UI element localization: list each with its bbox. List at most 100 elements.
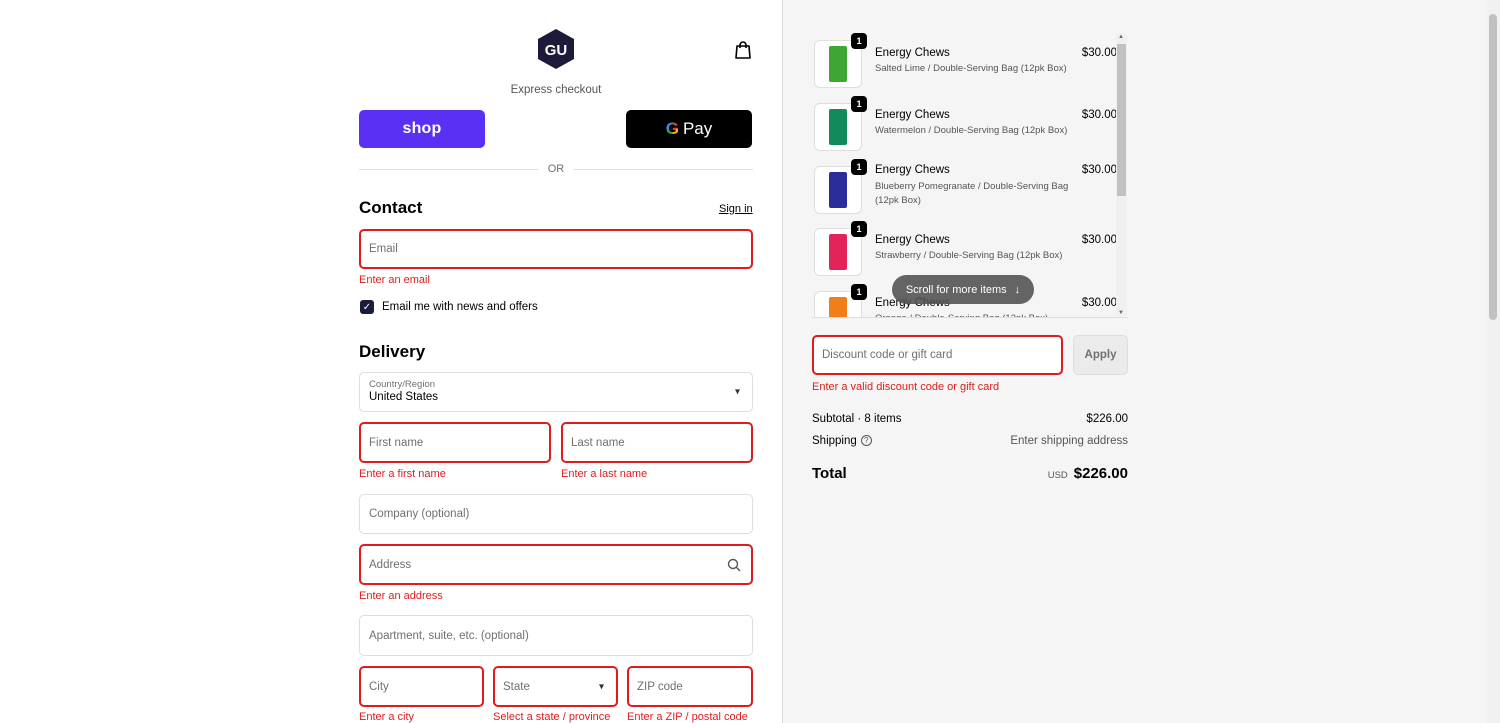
logo-text: GU	[545, 42, 568, 59]
quantity-badge: 1	[851, 159, 867, 175]
city-placeholder: City	[369, 680, 389, 693]
sign-in-link[interactable]: Sign in	[719, 203, 753, 215]
zip-field[interactable]: ZIP code	[627, 666, 753, 707]
divider-line	[574, 168, 753, 170]
item-variant: Watermelon / Double-Serving Bag (12pk Bo…	[875, 125, 1068, 136]
city-field[interactable]: City	[359, 666, 484, 707]
google-g-icon: G	[665, 119, 679, 138]
product-image	[829, 172, 847, 208]
product-image	[829, 297, 847, 317]
or-divider: OR	[359, 162, 753, 176]
subtotal-row: Subtotal · 8 items $226.00	[812, 413, 1128, 425]
company-field[interactable]: Company (optional)	[359, 494, 753, 534]
item-name: Energy Chews	[875, 47, 950, 59]
scroll-down-icon[interactable]: ▼	[1118, 310, 1124, 316]
scroll-more-label: Scroll for more items	[905, 283, 1007, 296]
apply-label: Apply	[1084, 349, 1117, 361]
delivery-heading: Delivery	[359, 342, 426, 361]
chevron-down-icon: ▾	[598, 681, 604, 692]
last-name-placeholder: Last name	[571, 436, 625, 449]
quantity-badge: 1	[851, 33, 867, 49]
product-image	[829, 109, 847, 145]
last-name-field[interactable]: Last name	[561, 422, 753, 463]
newsletter-checkbox[interactable]: ✓	[360, 300, 374, 314]
company-placeholder: Company (optional)	[369, 508, 470, 520]
apartment-placeholder: Apartment, suite, etc. (optional)	[369, 629, 529, 642]
item-price: $30.00	[1081, 109, 1117, 121]
item-price: $30.00	[1081, 297, 1117, 309]
total-value: $226.00	[1073, 465, 1128, 482]
item-price: $30.00	[1081, 164, 1117, 176]
search-icon	[727, 558, 741, 571]
state-error: Select a state / province	[493, 711, 611, 723]
gu-logo[interactable]: GU	[535, 28, 577, 70]
email-error: Enter an email	[359, 274, 430, 286]
contact-heading: Contact	[359, 198, 423, 217]
address-placeholder: Address	[369, 558, 412, 571]
item-name: Energy Chews	[875, 234, 950, 246]
scroll-up-icon[interactable]: ▲	[1118, 34, 1124, 40]
zip-placeholder: ZIP code	[637, 680, 683, 693]
quantity-badge: 1	[851, 284, 867, 300]
quantity-badge: 1	[851, 96, 867, 112]
first-name-error: Enter a first name	[359, 468, 446, 480]
divider-line	[359, 168, 538, 170]
zip-error: Enter a ZIP / postal code	[627, 711, 748, 723]
item-name: Energy Chews	[875, 109, 950, 121]
item-name: Energy Chews	[875, 164, 950, 176]
subtotal-label: Subtotal · 8 items	[812, 413, 902, 425]
address-field[interactable]: Address	[359, 544, 753, 585]
shipping-value: Enter shipping address	[1010, 435, 1128, 447]
city-error: Enter a city	[359, 711, 415, 723]
cart-item: 1 Energy Chews Blueberry Pomegranate / D…	[812, 159, 1117, 216]
express-checkout-label: Express checkout	[510, 84, 602, 96]
checkout-form-pane: GU Express checkout shop G Pay OR Contac…	[0, 0, 782, 723]
item-price: $30.00	[1081, 234, 1117, 246]
page-scrollbar-thumb[interactable]	[1489, 14, 1497, 320]
last-name-error: Enter a last name	[561, 468, 648, 480]
page-scrollbar[interactable]	[1486, 0, 1500, 723]
apartment-field[interactable]: Apartment, suite, etc. (optional)	[359, 615, 753, 656]
subtotal-value: $226.00	[1086, 413, 1128, 425]
scroll-more-button[interactable]: Scroll for more items ↓	[892, 275, 1034, 304]
cart-item: 1 Energy Chews Strawberry / Double-Servi…	[812, 221, 1117, 278]
total-row: Total USD $226.00	[812, 465, 1128, 483]
email-placeholder: Email	[369, 243, 398, 255]
arrow-down-icon: ↓	[1014, 283, 1021, 296]
product-image	[829, 46, 847, 82]
shop-pay-button[interactable]: shop	[359, 110, 485, 148]
cart-item: 1 Energy Chews Salted Lime / Double-Serv…	[812, 33, 1117, 90]
google-pay-button[interactable]: G Pay	[626, 110, 752, 148]
state-select[interactable]: State ▾	[493, 666, 618, 707]
apply-discount-button[interactable]: Apply	[1073, 335, 1128, 375]
first-name-field[interactable]: First name	[359, 422, 551, 463]
cart-scrollbar-thumb[interactable]	[1117, 44, 1126, 196]
cart-item: 1 Energy Chews Watermelon / Double-Servi…	[812, 96, 1117, 153]
country-select[interactable]: Country/Region United States ▾	[359, 372, 753, 412]
quantity-badge: 1	[851, 221, 867, 237]
country-value: United States	[369, 391, 439, 403]
item-variant: Orange / Double-Serving Bag (12pk Box)	[875, 312, 1075, 317]
or-label: OR	[547, 163, 565, 175]
newsletter-option[interactable]: ✓ Email me with news and offers	[360, 300, 538, 314]
item-variant: Blueberry Pomegranate / Double-Serving B…	[875, 181, 1069, 206]
email-field[interactable]: Email	[359, 229, 753, 269]
first-name-placeholder: First name	[369, 436, 424, 449]
product-image	[829, 234, 847, 270]
item-variant: Strawberry / Double-Serving Bag (12pk Bo…	[875, 250, 1063, 261]
chevron-down-icon: ▾	[734, 386, 740, 398]
shop-pay-label: shop	[402, 120, 442, 137]
cart-scrollbar[interactable]: ▲ ▼	[1116, 34, 1127, 316]
discount-error: Enter a valid discount code or gift card	[812, 381, 1000, 393]
item-price: $30.00	[1081, 47, 1117, 59]
shopping-bag-icon[interactable]	[734, 40, 752, 60]
address-error: Enter an address	[359, 590, 443, 602]
shipping-row: Shipping? Enter shipping address	[812, 435, 1128, 447]
help-icon[interactable]: ?	[860, 435, 872, 447]
newsletter-label: Email me with news and offers	[382, 301, 538, 313]
item-variant: Salted Lime / Double-Serving Bag (12pk B…	[875, 63, 1067, 74]
currency-code: USD	[1047, 470, 1068, 481]
state-placeholder: State	[503, 680, 530, 693]
shipping-label: Shipping	[812, 435, 857, 447]
discount-code-field[interactable]: Discount code or gift card	[812, 335, 1063, 375]
